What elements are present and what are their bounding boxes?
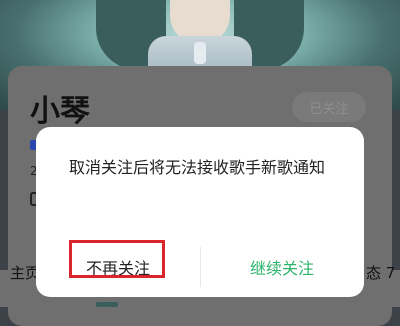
keep-following-button[interactable]: 继续关注 xyxy=(200,237,364,297)
tab-indicator xyxy=(96,302,118,307)
artist-name: 小琴 xyxy=(30,94,90,129)
follow-status-button[interactable]: 已关注 xyxy=(292,92,366,122)
highlight-box xyxy=(69,240,165,278)
tab-dynamics[interactable]: 态 7 xyxy=(366,262,395,283)
unfollow-confirm-dialog: 取消关注后将无法接收歌手新歌通知 不再关注 继续关注 xyxy=(36,127,364,297)
dialog-message: 取消关注后将无法接收歌手新歌通知 xyxy=(69,158,326,177)
